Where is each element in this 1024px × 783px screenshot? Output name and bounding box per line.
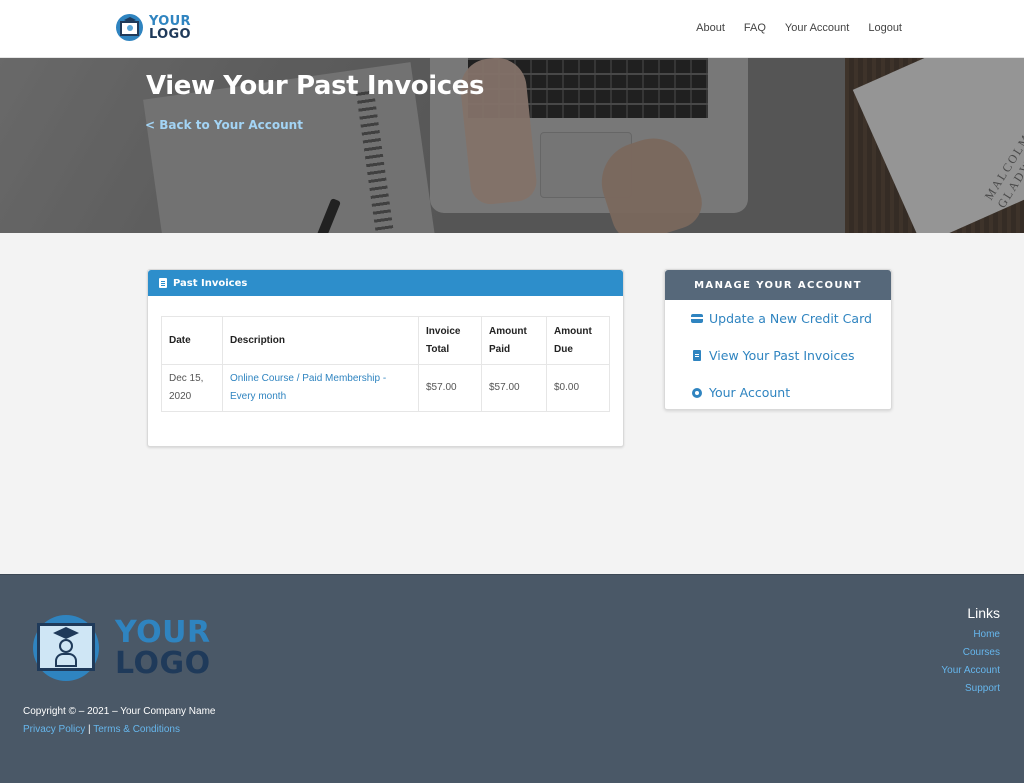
manage-account-title: MANAGE YOUR ACCOUNT <box>665 270 891 300</box>
header-logo[interactable]: YOUR LOGO <box>116 14 191 41</box>
gear-icon <box>692 387 702 398</box>
legal-links: Privacy Policy | Terms & Conditions <box>23 724 180 735</box>
update-credit-card-label: Update a New Credit Card <box>709 311 872 326</box>
your-account-label: Your Account <box>709 385 791 400</box>
your-account-link[interactable]: Your Account <box>691 385 790 400</box>
nav-about[interactable]: About <box>696 22 725 34</box>
site-header: YOUR LOGO About FAQ Your Account Logout <box>0 0 1024 58</box>
nav-faq[interactable]: FAQ <box>744 22 766 34</box>
nav-logout[interactable]: Logout <box>868 22 902 34</box>
past-invoices-header: Past Invoices <box>148 270 623 296</box>
page-title: View Your Past Invoices <box>146 71 485 101</box>
cell-amount-due: $0.00 <box>546 364 610 412</box>
back-to-account-link[interactable]: < Back to Your Account <box>145 118 303 132</box>
footer-logo-line2: LOGO <box>115 646 211 681</box>
footer-links: Links Home Courses Your Account Support <box>941 605 1000 698</box>
invoices-table: Date Description Invoice Total Amount Pa… <box>161 316 610 412</box>
logo-student-head <box>59 639 73 653</box>
manage-account-card: MANAGE YOUR ACCOUNT Update a New Credit … <box>664 269 892 410</box>
cell-date: Dec 15, 2020 <box>161 364 223 412</box>
logo-text: YOUR LOGO <box>149 15 191 41</box>
credit-card-icon <box>691 314 703 323</box>
col-amount-due: Amount Due <box>546 316 610 365</box>
document-icon <box>159 278 167 288</box>
logo-student-body <box>55 653 77 667</box>
copyright-text: Copyright © – 2021 – Your Company Name <box>23 706 216 717</box>
cell-amount-paid: $57.00 <box>481 364 547 412</box>
table-row: Dec 15, 2020 Online Course / Paid Member… <box>161 364 610 412</box>
footer-link-courses[interactable]: Courses <box>941 644 1000 662</box>
col-amount-paid: Amount Paid <box>481 316 547 365</box>
document-icon <box>693 350 701 361</box>
logo-line1: YOUR <box>149 13 191 29</box>
footer-logo-line1: YOUR <box>115 615 211 650</box>
privacy-policy-link[interactable]: Privacy Policy <box>23 724 85 735</box>
cell-description-link[interactable]: Online Course / Paid Membership - Every … <box>222 364 419 412</box>
legal-separator: | <box>88 724 91 735</box>
footer-link-support[interactable]: Support <box>941 680 1000 698</box>
footer-links-title: Links <box>967 605 1000 621</box>
logo-mark-icon <box>116 14 143 41</box>
terms-conditions-link[interactable]: Terms & Conditions <box>93 724 180 735</box>
cell-invoice-total: $57.00 <box>418 364 482 412</box>
nav-your-account[interactable]: Your Account <box>785 22 849 34</box>
main-nav: About FAQ Your Account Logout <box>696 22 902 34</box>
update-credit-card-link[interactable]: Update a New Credit Card <box>691 311 872 326</box>
past-invoices-card: Past Invoices Date Description Invoice T… <box>147 269 624 447</box>
footer-link-home[interactable]: Home <box>941 626 1000 644</box>
col-description: Description <box>222 316 419 365</box>
footer-logo-text: YOUR LOGO <box>115 617 211 679</box>
col-date: Date <box>161 316 223 365</box>
footer-link-your-account[interactable]: Your Account <box>941 662 1000 680</box>
site-footer: YOUR LOGO Copyright © – 2021 – Your Comp… <box>0 574 1024 783</box>
table-header-row: Date Description Invoice Total Amount Pa… <box>161 316 610 365</box>
view-past-invoices-link[interactable]: View Your Past Invoices <box>691 348 855 363</box>
view-past-invoices-label: View Your Past Invoices <box>709 348 855 363</box>
logo-line2: LOGO <box>149 26 191 42</box>
past-invoices-title: Past Invoices <box>173 277 248 289</box>
col-invoice-total: Invoice Total <box>418 316 482 365</box>
